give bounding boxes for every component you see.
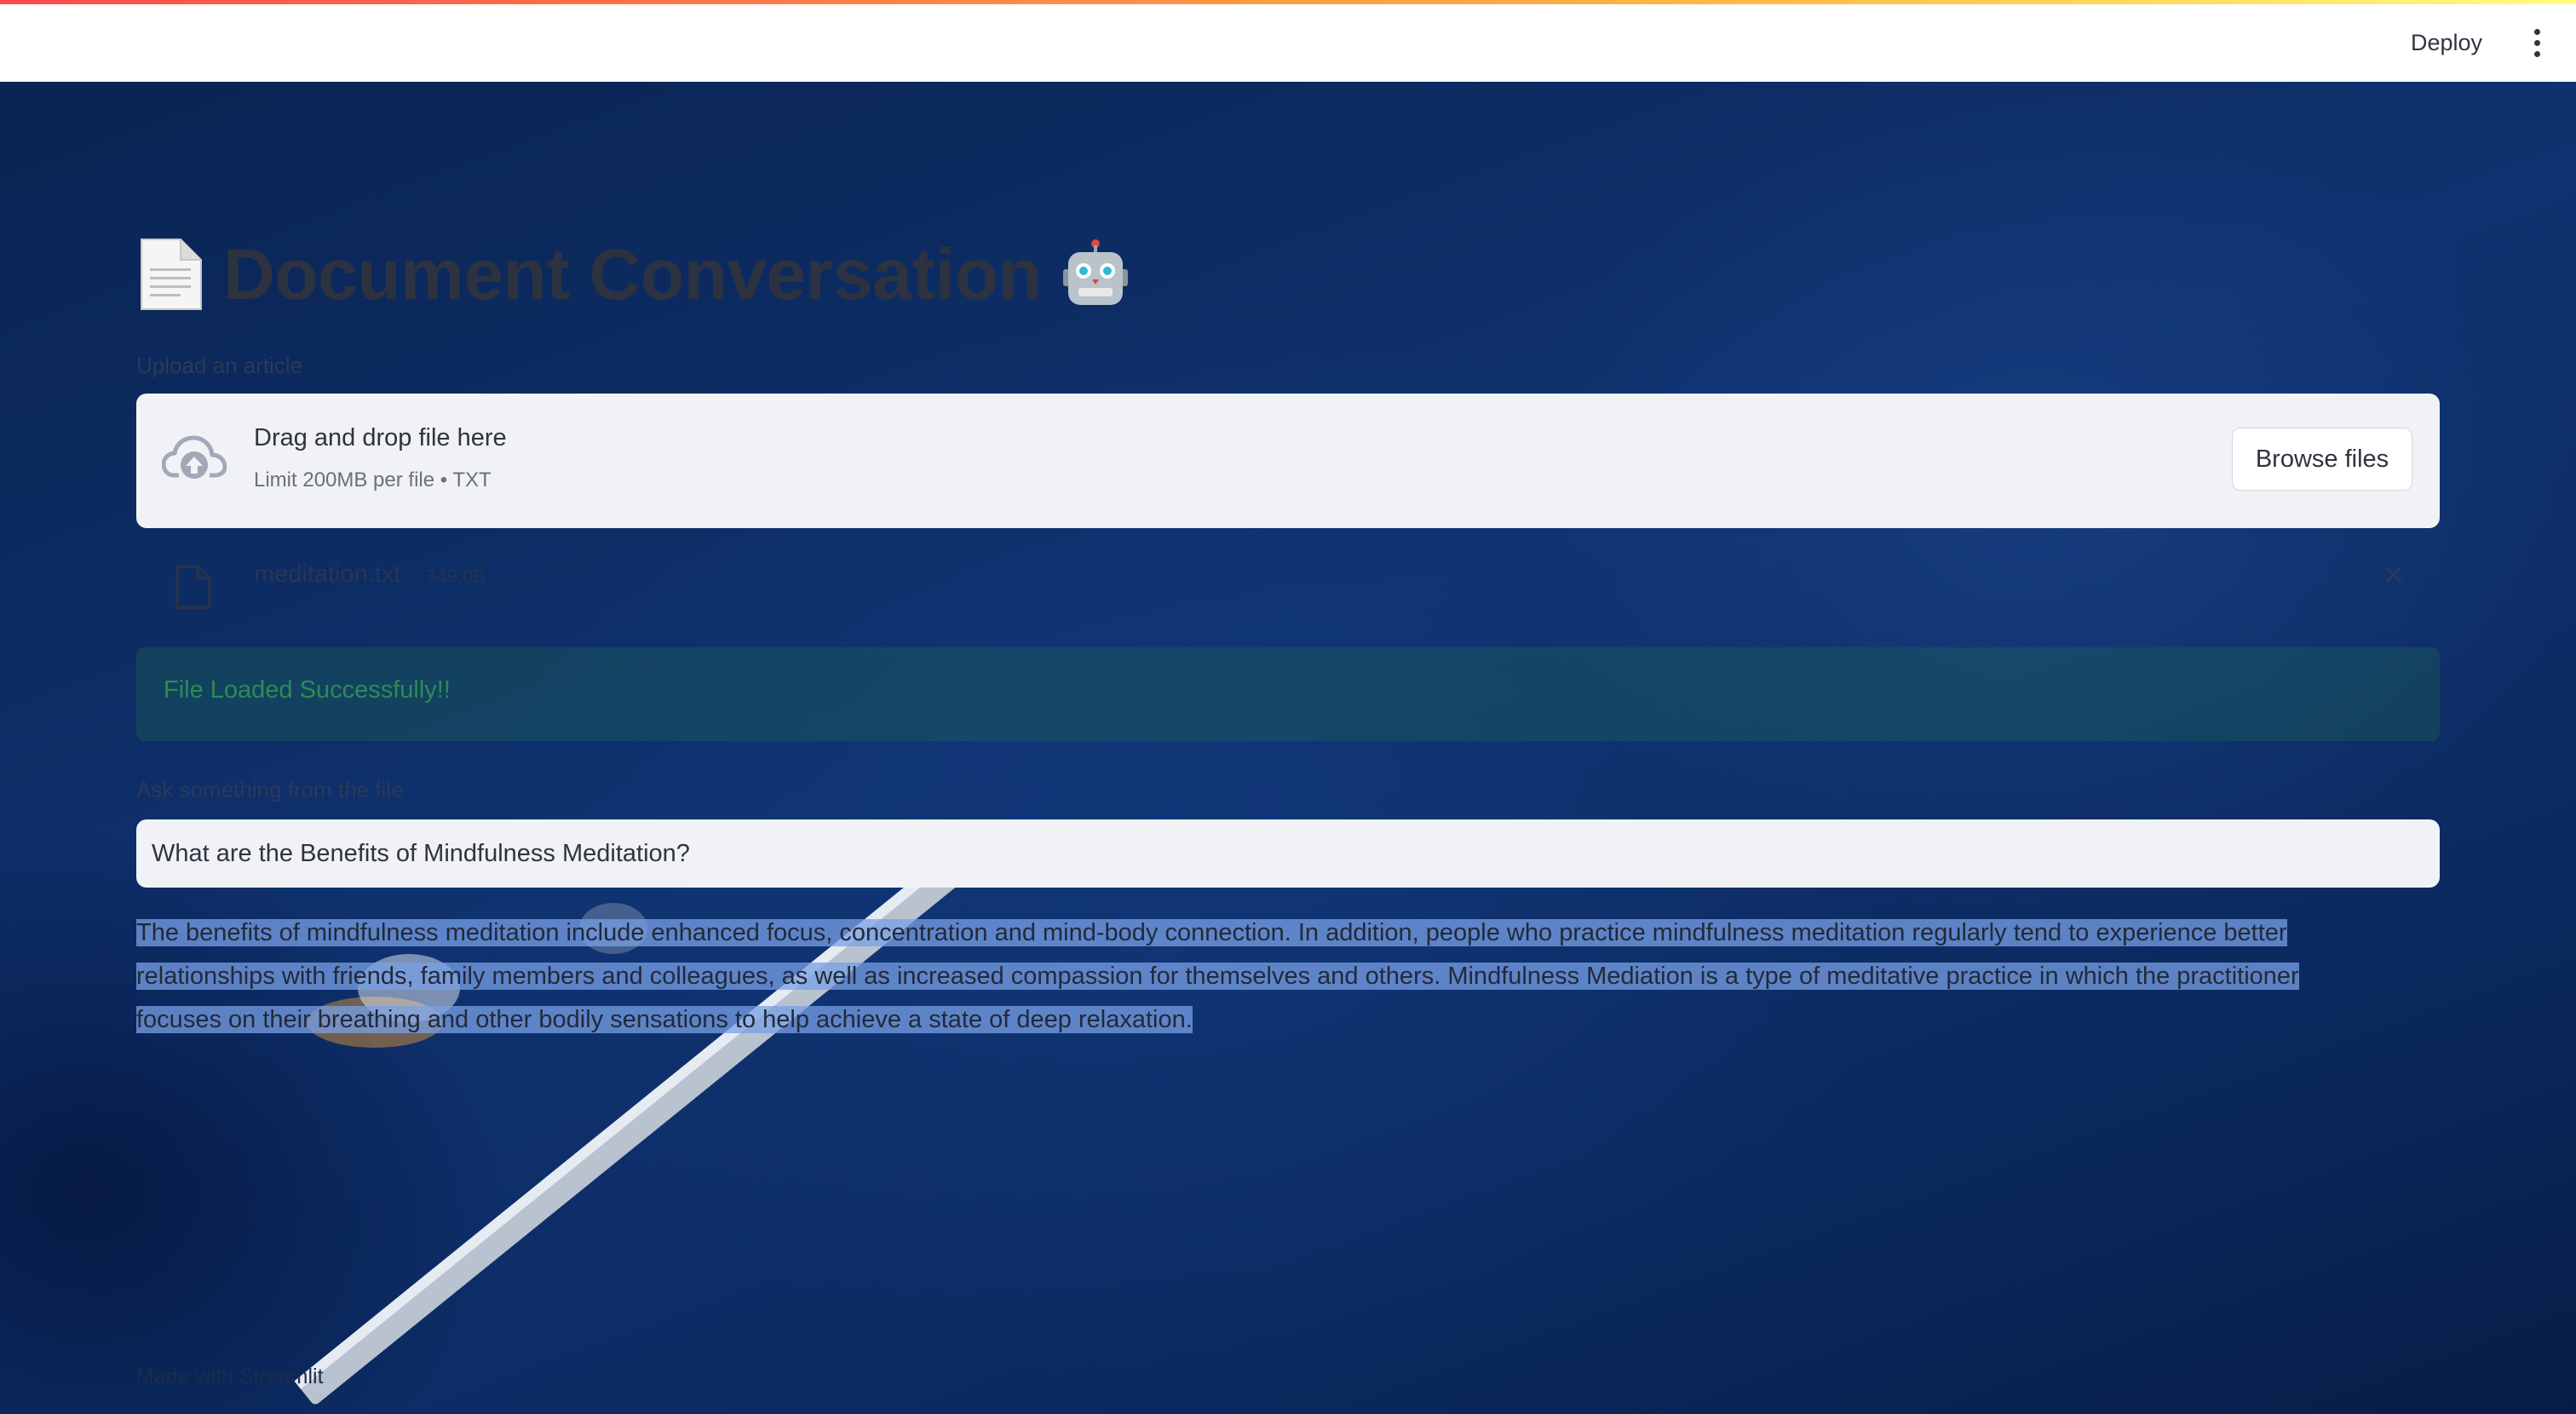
- cloud-upload-icon: [161, 431, 227, 486]
- uploaded-file-size: 349.0B: [426, 566, 486, 587]
- close-icon[interactable]: ✕: [2377, 559, 2411, 593]
- uploader-label: Upload an article: [136, 353, 303, 378]
- question-label: Ask something from the file: [136, 777, 404, 802]
- deploy-button[interactable]: Deploy: [2402, 26, 2491, 60]
- uploaded-file-name: meditation.txt: [254, 560, 401, 588]
- success-message: File Loaded Successfully!!: [164, 676, 451, 704]
- answer-line: relationships with friends, family membe…: [136, 963, 2299, 990]
- browse-files-button[interactable]: Browse files: [2232, 428, 2412, 491]
- page-title-text: Document Conversation: [223, 233, 1042, 314]
- app-header: Deploy: [0, 0, 2576, 82]
- robot-icon: [1060, 239, 1131, 310]
- dropzone-limit-text: Limit 200MB per file • TXT: [254, 468, 492, 491]
- page-title: Document Conversation: [136, 232, 1329, 317]
- header-decoration-bar: [0, 0, 2576, 4]
- file-dropzone[interactable]: Drag and drop file here Limit 200MB per …: [136, 394, 2440, 528]
- success-alert: File Loaded Successfully!!: [136, 647, 2440, 741]
- uploaded-file-row: meditation.txt 349.0B ✕: [136, 547, 2440, 624]
- answer-line: focuses on their breathing and other bod…: [136, 1006, 1193, 1033]
- question-input[interactable]: What are the Benefits of Mindfulness Med…: [136, 819, 2440, 888]
- answer-text: The benefits of mindfulness meditation i…: [136, 911, 2440, 1042]
- footer-text[interactable]: Made with Streamlit: [136, 1365, 324, 1389]
- dropzone-instruction: Drag and drop file here: [254, 424, 507, 451]
- kebab-menu-icon[interactable]: [2527, 26, 2547, 60]
- file-icon: [174, 564, 213, 610]
- page-facing-up-icon: [136, 236, 204, 313]
- answer-line: The benefits of mindfulness meditation i…: [136, 919, 2287, 946]
